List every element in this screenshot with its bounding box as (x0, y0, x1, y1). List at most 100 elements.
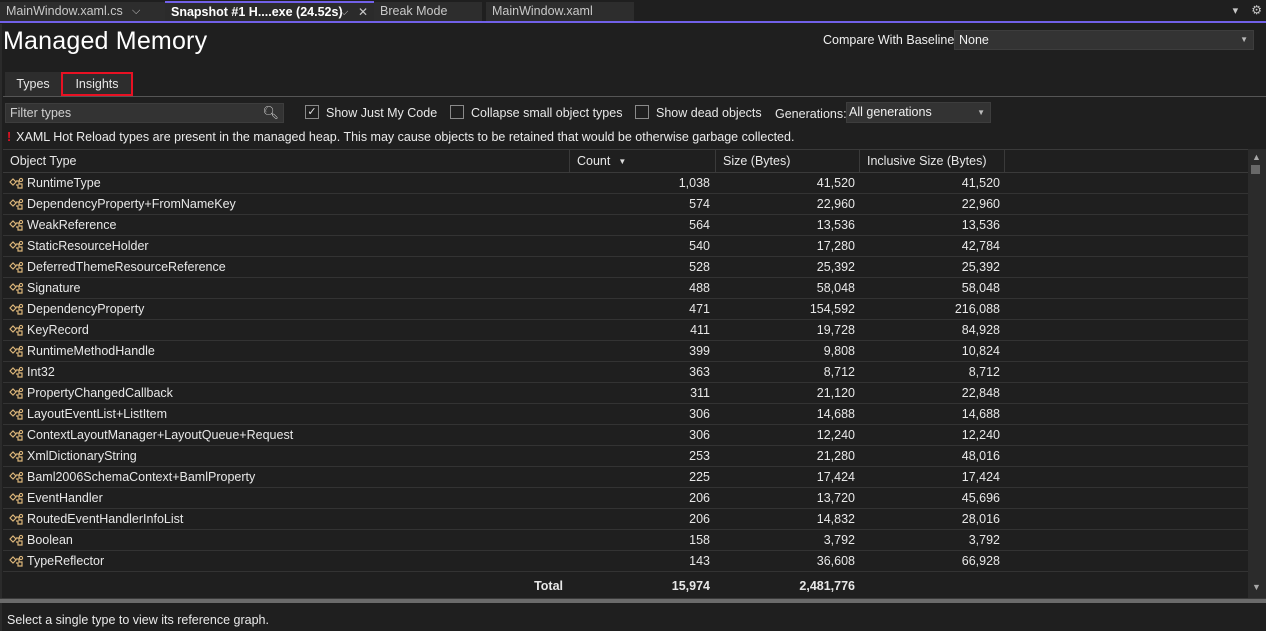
pin-icon[interactable]: ⌵ (132, 2, 140, 21)
object-type-name: DependencyProperty+FromNameKey (27, 197, 236, 211)
table-row[interactable]: StaticResourceHolder 540 17,280 42,784 (3, 236, 1248, 257)
baseline-label: Compare With Baseline: (823, 33, 958, 47)
grid-rows: RuntimeType 1,038 41,520 41,520 DependencyPr… (3, 173, 1248, 572)
inclusive-size-value: 14,688 (961, 407, 1000, 421)
object-type-name: RoutedEventHandlerInfoList (27, 512, 184, 526)
total-label: Total (534, 579, 563, 593)
column-header-size[interactable]: Size (Bytes) (716, 150, 860, 173)
class-type-icon (9, 281, 27, 301)
count-value: 206 (689, 491, 710, 505)
table-row[interactable]: RuntimeMethodHandle 399 9,808 10,824 (3, 341, 1248, 362)
table-row[interactable]: Boolean 158 3,792 3,792 (3, 530, 1248, 551)
filter-types-input[interactable]: Filter types 🔍︎ (5, 103, 284, 123)
show-dead-objects-checkbox[interactable] (635, 105, 649, 119)
vertical-scrollbar[interactable]: ▲ ▼ (1248, 149, 1266, 598)
pane-splitter[interactable] (0, 598, 1266, 603)
count-value: 488 (689, 281, 710, 295)
total-size: 2,481,776 (799, 579, 855, 593)
table-row[interactable]: WeakReference 564 13,536 13,536 (3, 215, 1248, 236)
size-value: 13,720 (816, 491, 855, 505)
count-value: 306 (689, 407, 710, 421)
pin-icon[interactable]: ⌵ (340, 3, 348, 21)
total-row: Total 15,974 2,481,776 (3, 575, 1248, 597)
column-header-object-type[interactable]: Object Type (3, 150, 570, 173)
table-row[interactable]: PropertyChangedCallback 311 21,120 22,848 (3, 383, 1248, 404)
class-type-icon (9, 218, 27, 238)
chevron-down-icon: ▼ (977, 108, 985, 117)
object-type-name: Boolean (27, 533, 73, 547)
collapse-small-types-label[interactable]: Collapse small object types (471, 106, 622, 120)
count-value: 158 (689, 533, 710, 547)
class-type-icon (9, 386, 27, 406)
tab-strip-accent-line (0, 21, 1266, 23)
scroll-down-icon[interactable]: ▼ (1252, 582, 1261, 592)
table-row[interactable]: Signature 488 58,048 58,048 (3, 278, 1248, 299)
object-type-name: EventHandler (27, 491, 103, 505)
table-row[interactable]: Int32 363 8,712 8,712 (3, 362, 1248, 383)
show-just-my-code-checkbox[interactable]: ✓ (305, 105, 319, 119)
object-type-name: PropertyChangedCallback (27, 386, 173, 400)
page-title: Managed Memory (3, 27, 208, 55)
inclusive-size-value: 8,712 (968, 365, 1000, 379)
inclusive-size-value: 22,848 (961, 386, 1000, 400)
search-icon[interactable]: 🔍︎ (262, 104, 279, 122)
size-value: 13,536 (816, 218, 855, 232)
class-type-icon (9, 533, 27, 553)
generations-dropdown[interactable]: All generations ▼ (846, 102, 991, 123)
tab-mainwindow-xaml[interactable]: MainWindow.xaml (486, 2, 634, 21)
size-value: 9,808 (823, 344, 855, 358)
object-type-name: RuntimeMethodHandle (27, 344, 155, 358)
table-row[interactable]: LayoutEventList+ListItem 306 14,688 14,688 (3, 404, 1248, 425)
tab-mainwindow-xaml-cs[interactable]: MainWindow.xaml.cs ⌵ (0, 2, 165, 21)
close-icon[interactable]: ✕ (358, 3, 368, 21)
table-row[interactable]: RoutedEventHandlerInfoList 206 14,832 28,01… (3, 509, 1248, 530)
show-just-my-code-label[interactable]: Show Just My Code (326, 106, 437, 120)
class-type-icon (9, 470, 27, 490)
collapse-small-types-checkbox[interactable] (450, 105, 464, 119)
class-type-icon (9, 449, 27, 469)
table-row[interactable]: RuntimeType 1,038 41,520 41,520 (3, 173, 1248, 194)
count-value: 411 (690, 323, 710, 337)
table-row[interactable]: XmlDictionaryString 253 21,280 48,016 (3, 446, 1248, 467)
object-type-name: RuntimeType (27, 176, 101, 190)
tab-snapshot[interactable]: Snapshot #1 H....exe (24.52s) ⌵ ✕ (165, 1, 374, 22)
class-type-icon (9, 491, 27, 511)
column-header-count[interactable]: Count ▼ (570, 150, 716, 173)
inclusive-size-value: 10,824 (961, 344, 1000, 358)
class-type-icon (9, 239, 27, 259)
count-value: 574 (689, 197, 710, 211)
size-value: 17,424 (816, 470, 855, 484)
table-row[interactable]: ContextLayoutManager+LayoutQueue+Request… (3, 425, 1248, 446)
window-left-border (0, 24, 2, 631)
inclusive-size-value: 216,088 (954, 302, 1000, 316)
table-row[interactable]: DependencyProperty 471 154,592 216,088 (3, 299, 1248, 320)
size-value: 41,520 (816, 176, 855, 190)
object-type-name: LayoutEventList+ListItem (27, 407, 168, 421)
table-row[interactable]: Baml2006SchemaContext+BamlProperty 225 17,… (3, 467, 1248, 488)
column-header-inclusive-size[interactable]: Inclusive Size (Bytes) (860, 150, 1005, 173)
size-value: 22,960 (816, 197, 855, 211)
size-value: 3,792 (823, 533, 855, 547)
table-row[interactable]: TypeReflector 143 36,608 66,928 (3, 551, 1248, 572)
table-row[interactable]: EventHandler 206 13,720 45,696 (3, 488, 1248, 509)
scroll-thumb[interactable] (1251, 165, 1260, 174)
tab-break-mode[interactable]: Break Mode (374, 2, 482, 21)
inclusive-size-value: 58,048 (961, 281, 1000, 295)
table-row[interactable]: DependencyProperty+FromNameKey 574 22,960 2… (3, 194, 1248, 215)
scroll-up-icon[interactable]: ▲ (1252, 152, 1261, 162)
total-count: 15,974 (671, 579, 710, 593)
settings-icon[interactable]: ⚙ (1251, 3, 1262, 17)
count-value: 363 (689, 365, 710, 379)
baseline-dropdown[interactable]: None ▼ (954, 30, 1254, 50)
count-value: 471 (689, 302, 710, 316)
tab-types[interactable]: Types (5, 72, 61, 96)
show-dead-objects-label[interactable]: Show dead objects (656, 106, 762, 120)
tab-overflow-icon[interactable]: ▾ (1233, 5, 1239, 17)
table-row[interactable]: KeyRecord 411 19,728 84,928 (3, 320, 1248, 341)
inclusive-size-value: 3,792 (968, 533, 1000, 547)
view-tabs-divider (3, 96, 1266, 97)
object-type-name: KeyRecord (27, 323, 89, 337)
table-row[interactable]: DeferredThemeResourceReference 528 25,392 2… (3, 257, 1248, 278)
tab-insights[interactable]: Insights (61, 72, 133, 96)
class-type-icon (9, 344, 27, 364)
